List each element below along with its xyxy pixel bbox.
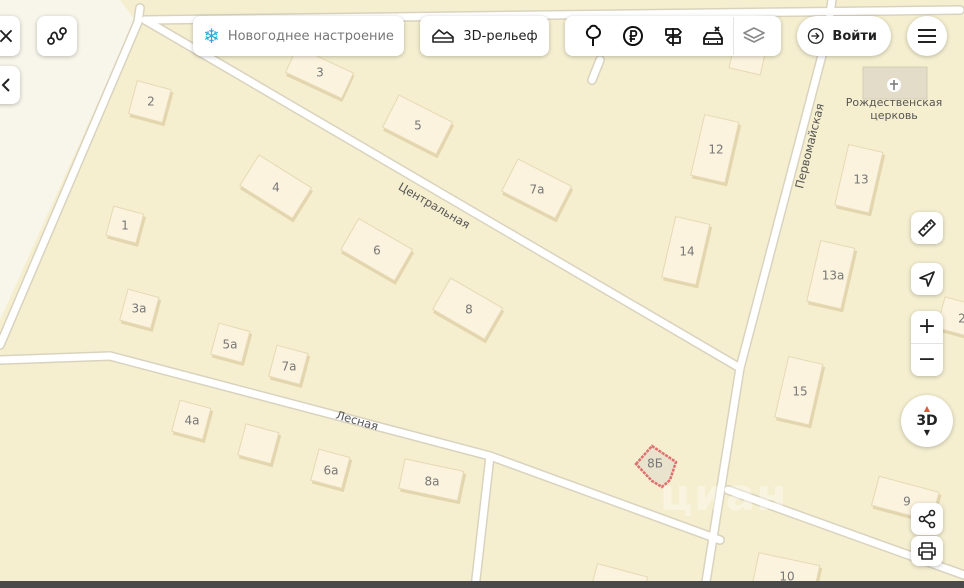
login-button[interactable]: Войти bbox=[797, 16, 891, 56]
locate-button[interactable] bbox=[911, 263, 943, 295]
compass-label: 3D bbox=[916, 413, 938, 429]
snowflake-icon: ❄ bbox=[203, 24, 220, 48]
share-button[interactable] bbox=[911, 503, 943, 535]
new-year-mood-button[interactable]: ❄ Новогоднее настроение bbox=[193, 16, 404, 56]
layer-prices-button[interactable] bbox=[613, 16, 653, 56]
street-label-lesnaya: Лесная bbox=[334, 408, 380, 433]
relief-icon bbox=[432, 29, 455, 43]
bnum-13: 5а bbox=[223, 338, 238, 352]
bnum-14: 7а bbox=[282, 360, 297, 374]
layers-icon bbox=[742, 27, 765, 43]
bnum-4: 4 bbox=[272, 181, 280, 195]
building-unnumbered[interactable] bbox=[237, 423, 282, 468]
bnum-7: 1 bbox=[121, 219, 129, 233]
ruble-icon bbox=[622, 26, 643, 46]
bnum-11: 3а bbox=[132, 302, 147, 316]
compass-3d-button[interactable]: ▲ 3D ▼ bbox=[901, 395, 953, 447]
relief-label: 3D-рельеф bbox=[463, 28, 538, 44]
ruler-icon bbox=[918, 219, 936, 237]
bnum-1: 2 bbox=[147, 95, 155, 109]
zoom-controls: + − bbox=[911, 311, 943, 376]
relief-3d-button[interactable]: 3D-рельеф bbox=[420, 16, 549, 56]
bnum-16: 4а bbox=[185, 414, 200, 428]
layer-parks-button[interactable] bbox=[573, 16, 613, 56]
signpost-icon bbox=[664, 28, 682, 46]
login-label: Войти bbox=[832, 28, 877, 44]
poi-church[interactable]: Рождественская церковь bbox=[846, 66, 943, 122]
zoom-out-button[interactable]: − bbox=[911, 344, 943, 376]
new-year-label: Новогоднее настроение bbox=[227, 28, 394, 44]
poi-name-line2: церковь bbox=[870, 109, 918, 122]
plus-icon: + bbox=[917, 314, 937, 339]
bnum-22: 2 bbox=[958, 312, 964, 326]
share-icon bbox=[918, 509, 936, 529]
navigation-arrow-icon bbox=[919, 271, 935, 287]
compass-south-icon: ▼ bbox=[923, 428, 931, 437]
poi-name-line1: Рождественская bbox=[846, 96, 943, 109]
road-stub bbox=[588, 56, 604, 84]
ruler-button[interactable] bbox=[911, 212, 943, 244]
watermark: циан bbox=[660, 470, 788, 521]
printer-icon bbox=[918, 542, 936, 560]
layer-infrastructure-button[interactable] bbox=[653, 16, 693, 56]
bottom-bar bbox=[0, 581, 964, 588]
login-icon bbox=[807, 28, 824, 44]
bnum-9: 14 bbox=[679, 245, 694, 259]
route-icon bbox=[47, 27, 67, 45]
road-lesnaya bbox=[0, 352, 724, 544]
bnum-12: 8 bbox=[465, 303, 473, 317]
print-button[interactable] bbox=[911, 536, 943, 566]
road-lane bbox=[471, 452, 494, 588]
bnum-8: 6 bbox=[373, 244, 381, 258]
zoom-in-button[interactable]: + bbox=[911, 311, 943, 343]
collapse-panel-button[interactable] bbox=[0, 66, 20, 104]
route-button[interactable] bbox=[37, 16, 77, 56]
close-icon: × bbox=[0, 23, 16, 49]
hamburger-icon bbox=[918, 29, 936, 43]
menu-button[interactable] bbox=[907, 16, 947, 56]
close-button[interactable]: × bbox=[0, 16, 20, 56]
bnum-15: 15 bbox=[792, 385, 807, 399]
bnum-2: 5 bbox=[414, 119, 422, 133]
chevron-left-icon bbox=[1, 78, 10, 92]
bnum-18: 8а bbox=[425, 475, 440, 489]
layer-services-button[interactable] bbox=[693, 16, 733, 56]
building-labels: 3 2 5 7а 4 12 13 1 6 14 13а 3а 8 5а 7а 1… bbox=[121, 66, 964, 584]
layers-toolbar bbox=[565, 16, 781, 56]
map-canvas[interactable]: 3 2 5 7а 4 12 13 1 6 14 13а 3а 8 5а 7а 1… bbox=[0, 0, 964, 588]
bnum-3: 7а bbox=[530, 183, 545, 197]
bnum-6: 13 bbox=[853, 173, 868, 187]
bnum-20: 9 bbox=[903, 495, 911, 509]
bnum-0: 3 bbox=[316, 66, 324, 80]
bnum-17: 6а bbox=[324, 464, 339, 478]
minus-icon: − bbox=[917, 347, 937, 372]
compass-north-icon: ▲ bbox=[923, 404, 931, 413]
bnum-5: 12 bbox=[708, 143, 723, 157]
car-repair-icon bbox=[702, 26, 723, 45]
tree-icon bbox=[585, 24, 601, 46]
buildings bbox=[105, 18, 964, 588]
layers-button[interactable] bbox=[734, 16, 774, 56]
bnum-19: 8Б bbox=[647, 457, 663, 471]
bnum-10: 13а bbox=[822, 269, 845, 283]
